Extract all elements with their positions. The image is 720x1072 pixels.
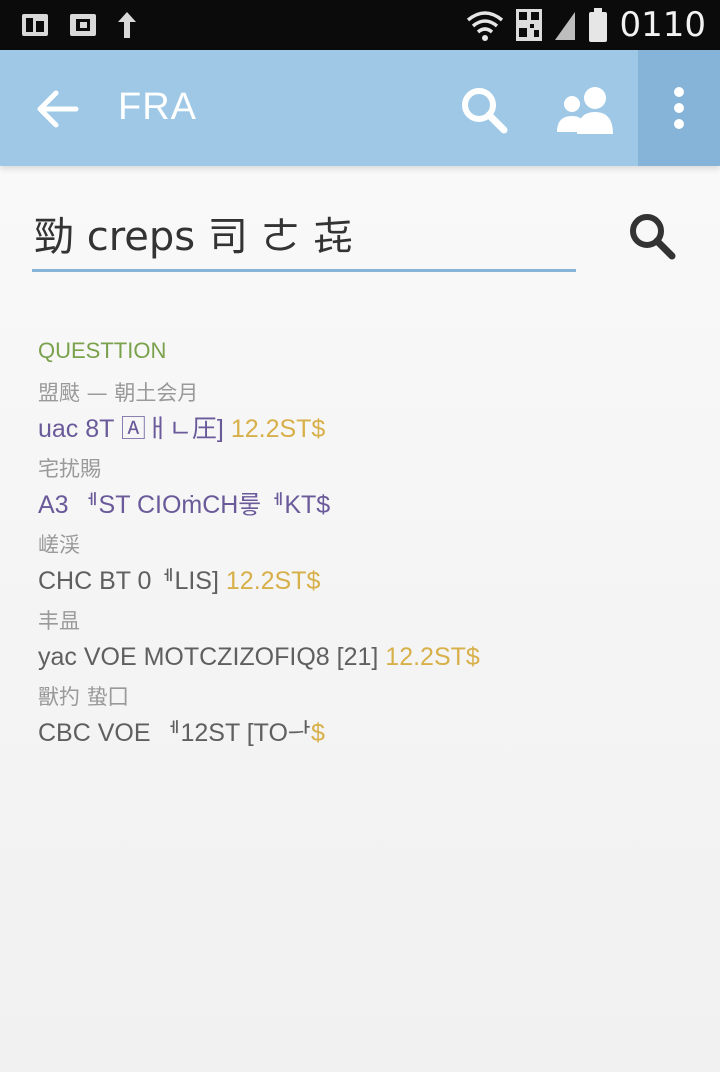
battery-icon	[587, 7, 609, 43]
result-item[interactable]: 獸扚 蛰囗 CBC VOE ᅦ12ST [TOᅳᅡ$	[38, 680, 678, 756]
section-header: QUESTTION	[38, 338, 167, 363]
result-title-text: CBC VOE ᅦ12ST [TOᅳ	[38, 719, 311, 747]
app-title: FRA	[118, 86, 197, 128]
result-title-text: uac 8T 🄰ㅐㄴ圧]	[38, 415, 224, 443]
search-input[interactable]	[32, 196, 576, 272]
result-subtitle: 盟颫 — 朝土会月	[38, 381, 199, 405]
result-title: CBC VOE ᅦ12ST [TOᅳᅡ$	[38, 714, 678, 756]
arrow-left-icon	[37, 90, 79, 128]
search-submit-button[interactable]	[622, 206, 682, 266]
result-item[interactable]: 丰昷 yac VOE MOTCZIZOFIQ8 [21] 12.2ST$	[38, 604, 678, 680]
result-subtitle: 丰昷	[38, 609, 80, 633]
signal-icon	[553, 8, 577, 42]
result-title: uac 8T 🄰ㅐㄴ圧] 12.2ST$	[38, 410, 678, 452]
result-item[interactable]: 宅扰賜 A3 ᅦST CIOṁCH뤃ᅦKT$	[38, 452, 678, 528]
result-price: 12.2ST$	[230, 415, 326, 443]
more-vertical-icon	[674, 87, 684, 129]
appbar-search-button[interactable]	[454, 80, 514, 140]
result-title: CHC BT 0ᅦLIS] 12.2ST$	[38, 562, 678, 604]
result-subtitle: 獸扚 蛰囗	[38, 685, 129, 709]
wifi-icon	[465, 8, 505, 42]
status-right: 0110	[465, 5, 706, 45]
result-price: 12.2ST$	[385, 643, 480, 671]
result-item[interactable]: 盟颫 — 朝土会月 uac 8T 🄰ㅐㄴ圧] 12.2ST$	[38, 376, 678, 452]
back-button[interactable]	[30, 84, 86, 134]
result-title-text: A3 ᅦST CIOṁCH뤃ᅦKT$	[38, 491, 331, 519]
results-list: QUESTTION 盟颫 — 朝土会月 uac 8T 🄰ㅐㄴ圧] 12.2ST$…	[38, 338, 678, 756]
overflow-menu-button[interactable]	[638, 50, 720, 166]
image-icon	[68, 11, 98, 39]
result-title: yac VOE MOTCZIZOFIQ8 [21] 12.2ST$	[38, 638, 678, 680]
status-bar: 0110	[0, 0, 720, 50]
search-icon	[630, 214, 676, 260]
result-price: ᅡ$	[310, 719, 325, 747]
people-icon	[557, 87, 613, 134]
result-item[interactable]: 嵯渓 CHC BT 0ᅦLIS] 12.2ST$	[38, 528, 678, 604]
app-bar: FRA	[0, 50, 720, 166]
upload-icon	[116, 10, 138, 40]
status-clock: 0110	[619, 5, 706, 45]
gallery-icon	[20, 11, 50, 39]
result-title: A3 ᅦST CIOṁCH뤃ᅦKT$	[38, 486, 678, 528]
result-subtitle: 嵯渓	[38, 533, 80, 557]
result-title-text: yac VOE MOTCZIZOFIQ8 [21]	[38, 643, 379, 671]
result-price: 12.2ST$	[225, 567, 321, 595]
search-icon	[462, 88, 508, 134]
people-button[interactable]	[552, 80, 618, 140]
status-left	[20, 10, 138, 40]
qr-icon	[515, 8, 543, 42]
search-row	[32, 196, 692, 276]
result-title-text: CHC BT 0ᅦLIS]	[38, 567, 219, 595]
result-subtitle: 宅扰賜	[38, 457, 101, 481]
